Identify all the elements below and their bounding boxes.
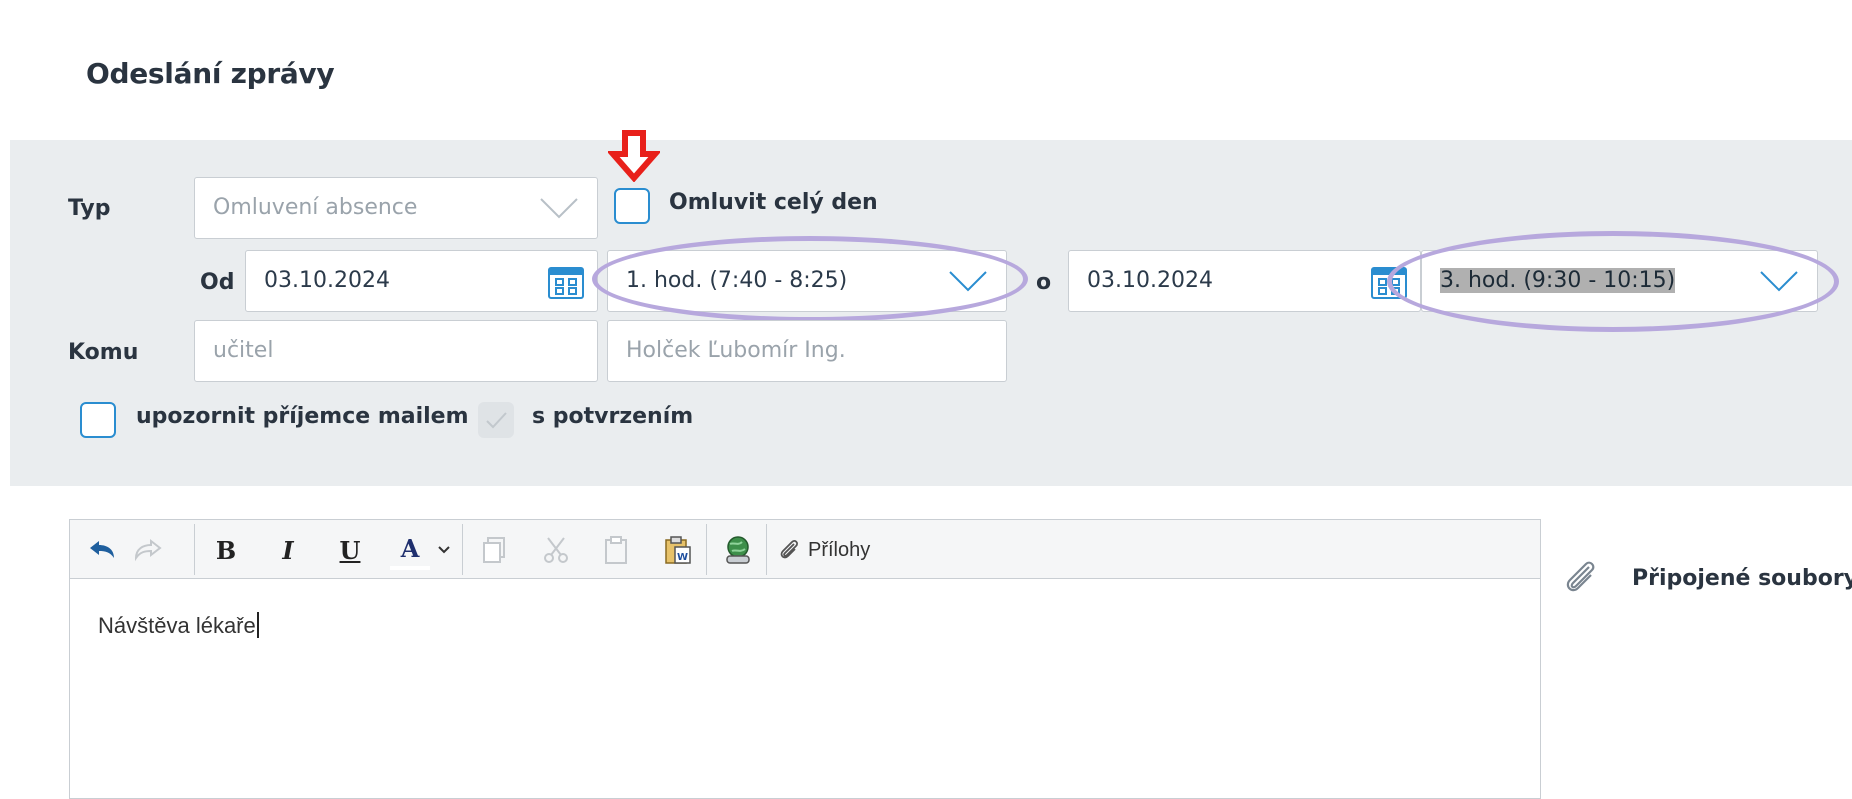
scissors-icon (544, 537, 568, 563)
message-editor: B I U A W Přílohy Návštěva lékaře (69, 519, 1541, 799)
chevron-down-icon (1760, 271, 1798, 292)
recipient-type-select[interactable]: učitel (194, 320, 598, 382)
from-label: Od (200, 270, 235, 295)
underline-button[interactable]: U (330, 530, 370, 570)
undo-icon (90, 541, 114, 558)
copy-icon (483, 537, 505, 563)
recipient-name-value: Holček Ľubomír Ing. (626, 338, 846, 363)
recipient-type-value: učitel (213, 338, 274, 363)
redo-icon (134, 538, 162, 562)
calendar-icon[interactable] (547, 263, 585, 301)
attachments-button[interactable]: Přílohy (778, 530, 908, 570)
notify-email-checkbox[interactable] (80, 402, 116, 438)
from-date-value: 03.10.2024 (264, 268, 390, 293)
toolbar-separator (706, 524, 707, 575)
confirmation-label: s potvrzením (532, 404, 694, 429)
toolbar-separator (766, 524, 767, 575)
confirmation-checkbox[interactable] (478, 402, 514, 438)
italic-button[interactable]: I (268, 530, 308, 570)
cut-button[interactable] (536, 530, 576, 570)
to-lesson-value: 3. hod. (9:30 - 10:15) (1440, 268, 1676, 293)
from-date-input[interactable]: 03.10.2024 (245, 250, 598, 312)
globe-link-icon (726, 536, 750, 564)
clipboard-icon (605, 536, 627, 564)
paste-from-word-button[interactable]: W (658, 530, 698, 570)
paste-word-icon: W (665, 536, 691, 564)
from-lesson-select[interactable]: 1. hod. (7:40 - 8:25) (607, 250, 1007, 312)
full-day-label: Omluvit celý den (669, 190, 878, 215)
attached-files-title: Připojené soubory (1632, 566, 1852, 591)
type-label: Typ (68, 196, 111, 221)
recipient-name-select[interactable]: Holček Ľubomír Ing. (607, 320, 1007, 382)
copy-button[interactable] (474, 530, 514, 570)
chevron-down-icon (438, 546, 450, 554)
editor-body[interactable]: Návštěva lékaře (98, 612, 259, 639)
paperclip-icon (1566, 561, 1595, 592)
svg-text:W: W (677, 552, 688, 563)
editor-body-text: Návštěva lékaře (98, 613, 256, 638)
calendar-icon[interactable] (1370, 263, 1408, 301)
toolbar-separator (194, 524, 195, 575)
toolbar-separator (462, 524, 463, 575)
chevron-down-icon (540, 198, 578, 219)
notify-email-label: upozornit příjemce mailem (136, 404, 469, 429)
paste-button[interactable] (596, 530, 636, 570)
link-button[interactable] (718, 530, 758, 570)
paperclip-icon (780, 540, 798, 559)
checkmark-icon (486, 412, 507, 429)
redo-button[interactable] (128, 530, 168, 570)
text-caret (256, 612, 259, 638)
undo-button[interactable] (82, 530, 122, 570)
page-title: Odeslání zprávy (86, 57, 335, 90)
attachments-label: Přílohy (808, 538, 871, 561)
font-color-dropdown[interactable] (434, 530, 454, 570)
font-color-letter: A (400, 533, 420, 563)
to-label: o (1036, 270, 1052, 295)
type-select-value: Omluvení absence (213, 195, 418, 220)
font-color-button[interactable]: A (390, 530, 430, 570)
from-lesson-value: 1. hod. (7:40 - 8:25) (626, 268, 848, 293)
type-select[interactable]: Omluvení absence (194, 177, 598, 239)
full-day-checkbox[interactable] (614, 188, 650, 224)
to-lesson-select[interactable]: 3. hod. (9:30 - 10:15) (1421, 250, 1818, 312)
editor-toolbar: B I U A W Přílohy (70, 520, 1540, 579)
bold-button[interactable]: B (206, 530, 246, 570)
red-down-arrow-icon (608, 130, 660, 182)
recipient-label: Komu (68, 340, 139, 365)
to-date-value: 03.10.2024 (1087, 268, 1213, 293)
chevron-down-icon (949, 271, 987, 292)
to-date-input[interactable]: 03.10.2024 (1068, 250, 1421, 312)
